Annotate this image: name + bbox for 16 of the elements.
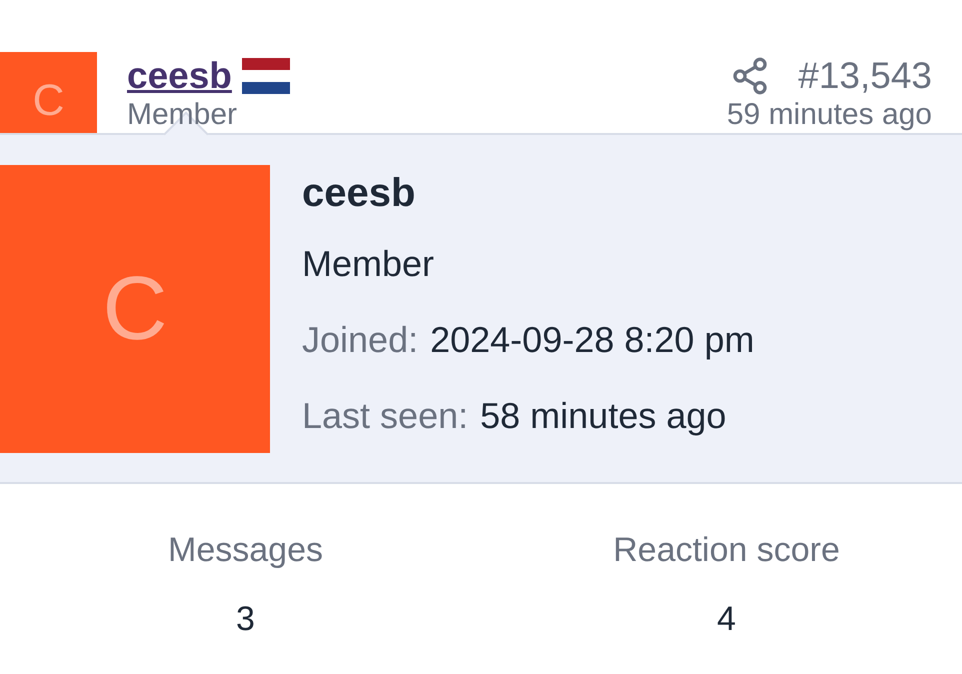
stat-value: 3 xyxy=(236,599,255,640)
detail-value: 58 minutes ago xyxy=(480,394,726,438)
detail-value: 2024-09-28 8:20 pm xyxy=(430,318,754,362)
popup-username: ceesb xyxy=(302,170,416,217)
popup-avatar: C xyxy=(0,165,270,453)
popup-user-title: Member xyxy=(302,242,436,286)
post-time: 59 minutes ago xyxy=(726,98,932,132)
detail-label: Joined: xyxy=(302,318,418,362)
detail-label: Last seen: xyxy=(302,394,468,438)
netherlands-flag-icon xyxy=(242,58,290,94)
stat-label: Messages xyxy=(168,530,323,571)
user-title: Member xyxy=(127,98,238,132)
stat-value: 4 xyxy=(717,599,736,640)
post-number-link[interactable]: #13,543 xyxy=(798,52,932,100)
stat-label: Reaction score xyxy=(613,530,840,571)
username-link[interactable]: ceesb xyxy=(127,52,232,100)
